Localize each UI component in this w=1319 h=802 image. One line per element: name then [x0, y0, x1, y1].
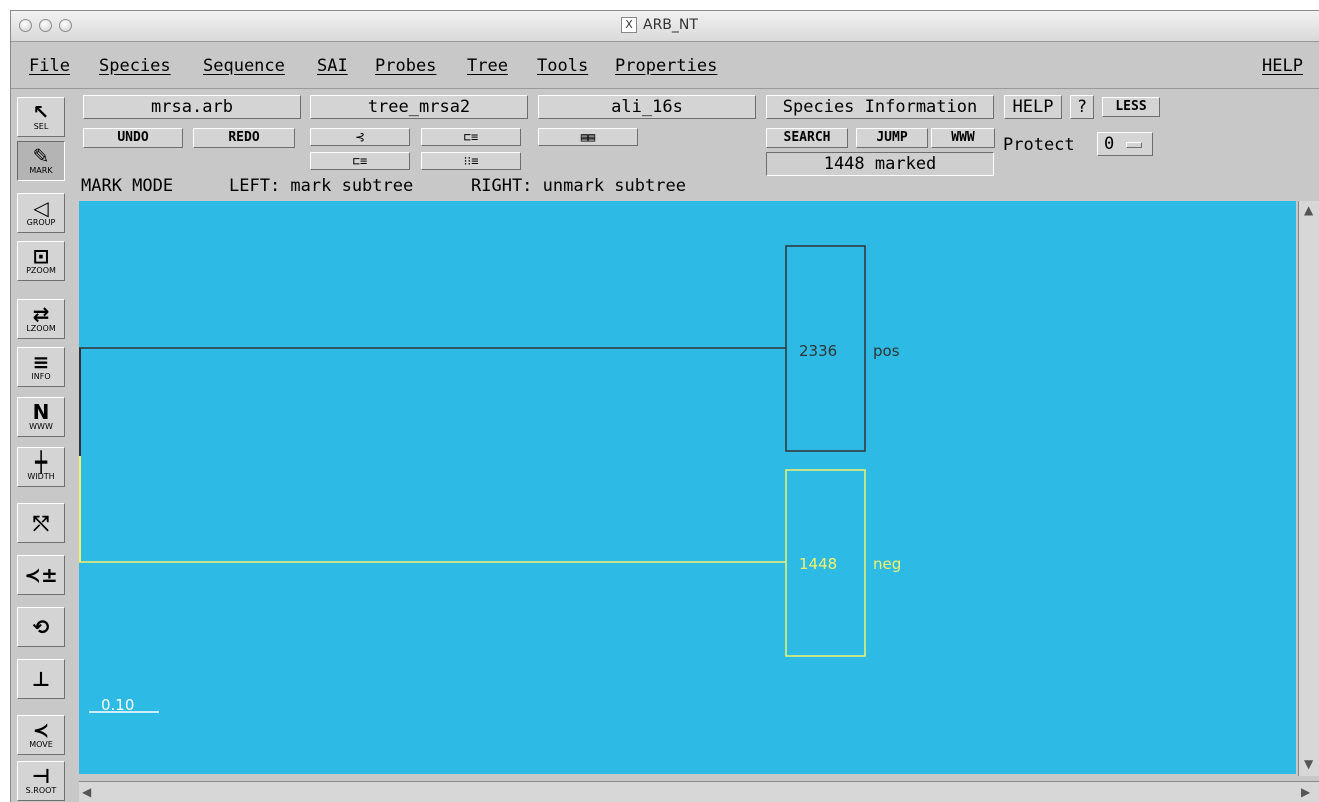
group-mode-button[interactable]: ◁ GROUP: [17, 193, 65, 233]
width-icon: ┿: [34, 450, 48, 474]
left-hint: LEFT: mark subtree: [229, 176, 414, 196]
scale-label: 0.10: [101, 696, 134, 714]
option-menu-indicator-icon: [1126, 142, 1142, 148]
title-bar: X ARB_NT: [11, 11, 1319, 42]
scroll-right-icon[interactable]: ▶: [1301, 785, 1310, 799]
swap-mode-button[interactable]: ⤲: [17, 503, 65, 543]
minimize-window-button[interactable]: [39, 19, 52, 32]
group-count-pos: 2336: [799, 342, 837, 360]
undo-button[interactable]: UNDO: [83, 128, 183, 148]
close-window-button[interactable]: [19, 19, 32, 32]
marked-count: 1448 marked: [766, 152, 994, 176]
rotate-icon: ⟲: [32, 615, 50, 639]
move-branch-icon: ≺: [32, 718, 50, 742]
help-button[interactable]: HELP: [1004, 95, 1062, 119]
tree-canvas[interactable]: 2336 pos 1448 neg 0.10: [79, 201, 1296, 774]
jump-button[interactable]: JUMP: [856, 128, 928, 148]
spread-mode-button[interactable]: ⊥: [17, 659, 65, 699]
list-lines-icon: ▤▤: [580, 130, 596, 144]
menu-bar: File Species Sequence SAI Probes Tree To…: [11, 42, 1319, 89]
tree-nds-button[interactable]: ⁝⁝≡: [421, 152, 521, 170]
zoom-arrows-icon: ⇄: [32, 302, 50, 326]
tree-drawing[interactable]: 2336 pos 1448 neg 0.10: [79, 201, 1296, 774]
redo-button[interactable]: REDO: [193, 128, 295, 148]
select-mode-button[interactable]: ↖ SEL: [17, 97, 65, 137]
network-icon: N: [32, 400, 50, 424]
mark-mode-button[interactable]: ✎ MARK: [17, 141, 65, 181]
vertical-scrollbar[interactable]: ▲ ▼: [1298, 201, 1319, 776]
rotate-mode-button[interactable]: ⟲: [17, 607, 65, 647]
menu-tree[interactable]: Tree: [467, 56, 508, 76]
mode-label: MARK MODE: [81, 176, 174, 196]
length-mode-button[interactable]: ≺±: [17, 555, 65, 595]
arb-window: X ARB_NT File Species Sequence SAI Probe…: [10, 10, 1319, 802]
www-mode-button[interactable]: N WWW: [17, 397, 65, 437]
horizontal-scrollbar[interactable]: ◀ ▶: [79, 781, 1319, 802]
radial-tree-icon: ⊰: [354, 130, 366, 144]
mode-toolbar: ↖ SEL ✎ MARK ◁ GROUP ⊡ PZOOM ⇄ LZOOM ≡ I…: [11, 89, 71, 802]
arrow-cursor-icon: ↖: [32, 100, 50, 124]
alignment-button[interactable]: ali_16s: [538, 95, 756, 119]
info-lines-icon: ≡: [32, 350, 50, 374]
window-title: X ARB_NT: [621, 17, 698, 33]
question-button[interactable]: ?: [1070, 95, 1094, 119]
spread-icon: ⊥: [31, 667, 51, 691]
group-name-neg: neg: [873, 555, 901, 573]
scroll-up-icon[interactable]: ▲: [1304, 203, 1313, 217]
menu-properties[interactable]: Properties: [615, 56, 717, 76]
zoom-window-button[interactable]: [59, 19, 72, 32]
group-name-pos: pos: [873, 342, 900, 360]
group-icon: ◁: [33, 196, 49, 220]
pencil-icon: ✎: [32, 144, 50, 168]
pzoom-mode-button[interactable]: ⊡ PZOOM: [17, 241, 65, 281]
www-button[interactable]: WWW: [931, 128, 995, 148]
tree-list-button[interactable]: ▤▤: [538, 128, 638, 146]
move-mode-button[interactable]: ≺ MOVE: [17, 715, 65, 755]
menu-help[interactable]: HELP: [1262, 56, 1303, 76]
swap-branches-icon: ⤲: [33, 511, 49, 535]
menu-tools[interactable]: Tools: [537, 56, 588, 76]
zoom-box-icon: ⊡: [32, 244, 50, 268]
menu-probes[interactable]: Probes: [375, 56, 436, 76]
protect-label: Protect: [1003, 135, 1075, 155]
grid-dots-icon: ⁝⁝≡: [463, 154, 479, 168]
set-root-mode-button[interactable]: ⊣ S.ROOT: [17, 761, 65, 801]
species-information-button[interactable]: Species Information: [766, 95, 994, 119]
menu-file[interactable]: File: [29, 56, 70, 76]
database-button[interactable]: mrsa.arb: [83, 95, 301, 119]
right-hint: RIGHT: unmark subtree: [471, 176, 686, 196]
width-mode-button[interactable]: ┿ WIDTH: [17, 447, 65, 487]
tree-button[interactable]: tree_mrsa2: [310, 95, 528, 119]
group-count-neg: 1448: [799, 555, 837, 573]
tree-dendrogram-button[interactable]: ⊏≡: [421, 128, 521, 146]
protect-select[interactable]: 0: [1097, 132, 1153, 156]
dendrogram-icon: ⊏≡: [463, 130, 479, 144]
menu-sai[interactable]: SAI: [317, 56, 348, 76]
lzoom-mode-button[interactable]: ⇄ LZOOM: [17, 299, 65, 339]
menu-sequence[interactable]: Sequence: [203, 56, 285, 76]
info-mode-button[interactable]: ≡ INFO: [17, 347, 65, 387]
irs-tree-icon: ⊏≡: [352, 154, 368, 168]
x11-icon: X: [621, 17, 637, 33]
set-root-icon: ⊣: [31, 764, 51, 788]
less-button[interactable]: LESS: [1102, 97, 1160, 117]
scroll-down-icon[interactable]: ▼: [1304, 757, 1313, 771]
menu-species[interactable]: Species: [99, 56, 171, 76]
search-button[interactable]: SEARCH: [766, 128, 848, 148]
branch-length-icon: ≺±: [24, 563, 58, 587]
scroll-left-icon[interactable]: ◀: [82, 785, 91, 799]
tree-radial-button[interactable]: ⊰: [310, 128, 410, 146]
tree-irs-button[interactable]: ⊏≡: [310, 152, 410, 170]
